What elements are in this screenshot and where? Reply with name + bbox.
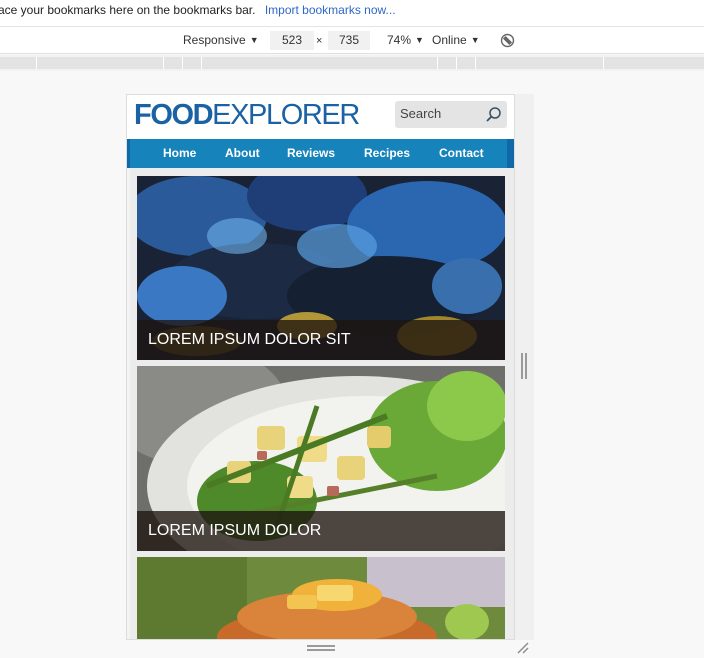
dimension-separator: × <box>316 35 323 47</box>
search-input[interactable]: Search <box>395 101 507 128</box>
card-caption: LOREM IPSUM DOLOR <box>137 511 505 551</box>
logo-light-text: EXPLORER <box>212 99 360 131</box>
content-area: LOREM IPSUM DOLOR SIT LOREM IPSUM DOLOR <box>127 168 514 639</box>
search-icon[interactable] <box>485 106 502 123</box>
scroll-gutter <box>127 168 130 639</box>
device-select-label: Responsive <box>183 33 246 47</box>
resize-handle-right[interactable] <box>521 353 527 379</box>
chevron-down-icon: ▼ <box>470 35 480 45</box>
main-nav: Home About Reviews Recipes Contact <box>127 139 514 168</box>
network-throttle-label: Online <box>432 33 467 47</box>
zoom-select-label: 74% <box>387 33 412 47</box>
nav-item-recipes[interactable]: Recipes <box>364 146 410 160</box>
article-card[interactable]: LOREM IPSUM DOLOR SIT <box>137 176 505 360</box>
emulated-viewport: FOODEXPLORER Search Home About Reviews R… <box>126 94 515 640</box>
nav-item-contact[interactable]: Contact <box>439 146 484 160</box>
rotate-icon[interactable] <box>500 33 515 48</box>
bookmarks-bar-message: ace your bookmarks here on the bookmarks… <box>0 3 256 17</box>
bookmarks-bar: ace your bookmarks here on the bookmarks… <box>0 0 704 27</box>
device-toolbar: Responsive ▼ 523 × 735 74% ▼ Online ▼ <box>0 27 704 54</box>
article-card[interactable] <box>137 557 505 639</box>
resize-corner-icon[interactable] <box>516 641 530 655</box>
height-input[interactable]: 735 <box>328 31 370 50</box>
nav-item-about[interactable]: About <box>225 146 260 160</box>
pancakes-photo <box>137 557 505 639</box>
article-card[interactable]: LOREM IPSUM DOLOR <box>137 366 505 551</box>
resize-handle-bottom[interactable] <box>307 645 335 651</box>
import-bookmarks-link[interactable]: Import bookmarks now... <box>265 3 396 17</box>
chevron-down-icon: ▼ <box>415 35 424 45</box>
chevron-down-icon: ▼ <box>249 35 259 45</box>
logo-bold-text: FOOD <box>134 99 214 131</box>
nav-item-reviews[interactable]: Reviews <box>287 146 335 160</box>
device-select[interactable]: Responsive ▼ <box>183 33 259 48</box>
zoom-select[interactable]: 74% ▼ <box>387 33 424 48</box>
width-input[interactable]: 523 <box>270 31 314 50</box>
card-caption: LOREM IPSUM DOLOR SIT <box>137 320 505 360</box>
site-header: FOODEXPLORER Search <box>127 95 514 138</box>
nav-item-home[interactable]: Home <box>163 146 196 160</box>
site-logo[interactable]: FOODEXPLORER <box>134 98 360 132</box>
search-placeholder: Search <box>400 106 442 121</box>
media-query-ruler[interactable] <box>0 55 704 71</box>
network-throttle-select[interactable]: Online ▼ <box>432 33 480 48</box>
